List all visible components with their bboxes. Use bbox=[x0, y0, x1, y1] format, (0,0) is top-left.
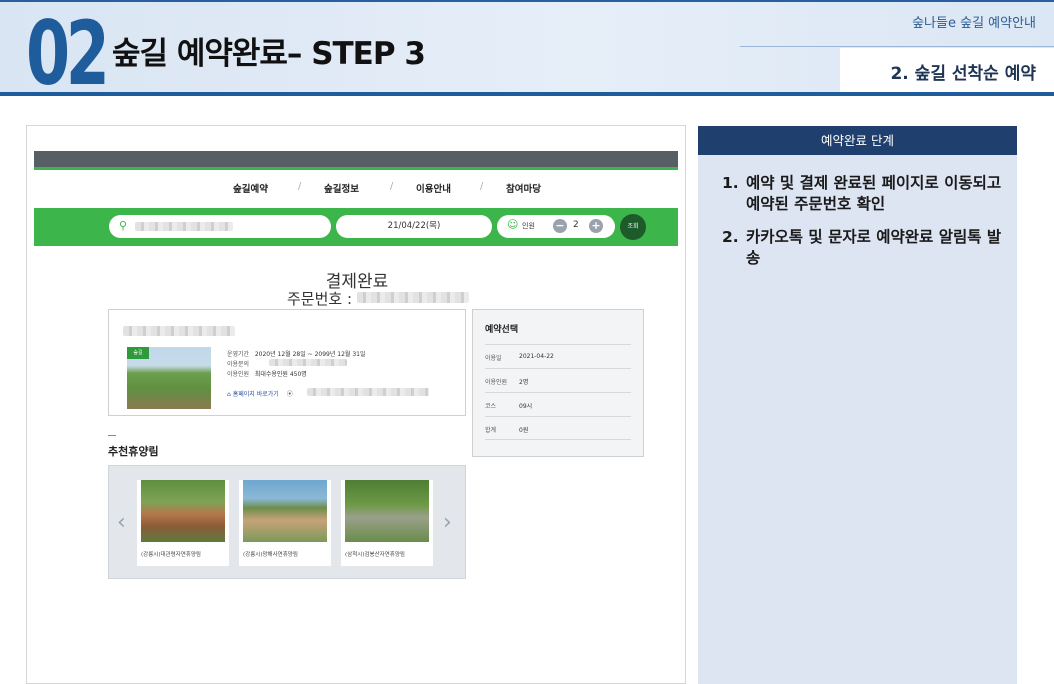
search-button[interactable]: 조회 bbox=[620, 214, 646, 240]
step-text: 예약 및 결제 완료된 페이지로 이동되고 예약된 주문번호 확인 bbox=[746, 174, 1002, 213]
nav-item-community[interactable]: 참여마당 bbox=[506, 181, 541, 195]
recommend-image bbox=[243, 480, 327, 542]
section-mark bbox=[108, 435, 116, 436]
section-label-box: 2. 숲길 선착순 예약 bbox=[840, 48, 1054, 94]
location-icon: ⚲ bbox=[119, 219, 128, 232]
people-stepper[interactable]: ☺ 인원 − 2 + bbox=[497, 215, 615, 238]
panel-heading: 예약완료 단계 bbox=[698, 126, 1017, 155]
map-pin-icon: ⦿ bbox=[286, 391, 293, 398]
recommend-image bbox=[141, 480, 225, 542]
chevron-right-icon[interactable]: › bbox=[443, 510, 452, 535]
order-number-label: 주문번호 : bbox=[287, 290, 353, 308]
nav-item-reserve[interactable]: 숲길예약 bbox=[233, 181, 268, 195]
redacted-location bbox=[135, 222, 233, 231]
site-top-accent bbox=[34, 167, 678, 170]
guide-label: 숲나들e 숲길 예약안내 bbox=[912, 16, 1036, 31]
step-text: 카카오톡 및 문자로 예약완료 알림톡 발송 bbox=[746, 228, 1002, 267]
redacted-contact bbox=[269, 359, 347, 366]
homepage-link[interactable]: ⌂ 홈페이지 바로가기 ⦿ bbox=[227, 389, 293, 398]
info-row: 이용인원 최대수용인원 450명 bbox=[227, 371, 307, 378]
recommend-carousel: ‹ (강릉시)대관령자연휴양림 (강릉시)망해사연휴양림 (삼척시)검봉산자연휴… bbox=[108, 465, 466, 579]
redacted-order-number bbox=[357, 292, 469, 303]
summary-heading: 예약선택 bbox=[485, 325, 519, 335]
location-input[interactable]: ⚲ bbox=[109, 215, 331, 238]
recommend-card[interactable]: (강릉시)대관령자연휴양림 bbox=[137, 480, 229, 566]
chevron-left-icon[interactable]: ‹ bbox=[117, 510, 126, 535]
recommend-label: (강릉시)대관령자연휴양림 bbox=[141, 552, 201, 558]
plus-button[interactable]: + bbox=[589, 219, 603, 233]
nav-item-guide[interactable]: 이용안내 bbox=[416, 181, 451, 195]
recommend-title: 추천휴양림 bbox=[108, 445, 159, 458]
section-label: 2. 숲길 선착순 예약 bbox=[890, 64, 1036, 84]
summary-row: 이용일 2021-04-22 bbox=[485, 344, 631, 368]
people-count: 2 bbox=[573, 220, 579, 230]
header-divider bbox=[740, 46, 1054, 47]
info-row: 운영기간 2020년 12월 28일 ~ 2099년 12월 31일 bbox=[227, 351, 366, 358]
summary-row: 합계 0원 bbox=[485, 416, 631, 440]
nav-separator: / bbox=[480, 181, 484, 192]
recommend-label: (삼척시)검봉산자연휴양림 bbox=[345, 552, 405, 558]
header-band: 02 숲길 예약완료– STEP 3 숲나들e 숲길 예약안내 2. 숲길 선착… bbox=[0, 0, 1054, 105]
minus-button[interactable]: − bbox=[553, 219, 567, 233]
payment-complete-title: 결제완료 bbox=[325, 272, 389, 292]
recommend-image bbox=[345, 480, 429, 542]
explanation-panel: 예약완료 단계 1. 예약 및 결제 완료된 페이지로 이동되고 예약된 주문번… bbox=[698, 126, 1017, 684]
summary-row: 코스 09시 bbox=[485, 392, 631, 416]
recommend-card[interactable]: (강릉시)망해사연휴양림 bbox=[239, 480, 331, 566]
date-input[interactable]: 21/04/22(목) bbox=[336, 215, 492, 238]
search-bar: ⚲ 21/04/22(목) ☺ 인원 − 2 + 조회 bbox=[34, 208, 678, 246]
people-icon: ☺ bbox=[507, 218, 519, 231]
product-badge: 숲길 bbox=[127, 347, 149, 359]
product-card: 숲길 운영기간 2020년 12월 28일 ~ 2099년 12월 31일 이용… bbox=[108, 309, 466, 416]
site-nav: 숲길예약 / 숲길정보 / 이용안내 / 참여마당 bbox=[34, 181, 678, 197]
redacted-product-name bbox=[123, 326, 235, 336]
redacted-address bbox=[307, 388, 429, 396]
summary-row: 이용인원 2명 bbox=[485, 368, 631, 392]
step-number: 2. bbox=[722, 228, 739, 246]
step-number: 1. bbox=[722, 174, 739, 192]
home-icon: ⌂ bbox=[227, 391, 231, 398]
site-top-bar bbox=[34, 151, 678, 167]
header-underline bbox=[0, 92, 1054, 96]
step-number: 02 bbox=[26, 2, 110, 105]
page-title: 숲길 예약완료– STEP 3 bbox=[112, 36, 426, 72]
nav-separator: / bbox=[298, 181, 302, 192]
step-item: 2. 카카오톡 및 문자로 예약완료 알림톡 발송 bbox=[722, 227, 1002, 269]
nav-item-info[interactable]: 숲길정보 bbox=[324, 181, 359, 195]
site-screenshot: 숲길예약 / 숲길정보 / 이용안내 / 참여마당 ⚲ 21/04/22(목) … bbox=[26, 125, 686, 684]
reservation-summary: 예약선택 이용일 2021-04-22 이용인원 2명 코스 09시 합계 0원 bbox=[472, 309, 644, 457]
recommend-card[interactable]: (삼척시)검봉산자연휴양림 bbox=[341, 480, 433, 566]
product-thumbnail: 숲길 bbox=[127, 347, 211, 409]
recommend-label: (강릉시)망해사연휴양림 bbox=[243, 552, 298, 558]
people-label: 인원 bbox=[522, 222, 535, 230]
slide: 02 숲길 예약완료– STEP 3 숲나들e 숲길 예약안내 2. 숲길 선착… bbox=[0, 0, 1054, 684]
step-item: 1. 예약 및 결제 완료된 페이지로 이동되고 예약된 주문번호 확인 bbox=[722, 173, 1002, 215]
info-row: 이용문의 bbox=[227, 361, 250, 368]
nav-separator: / bbox=[390, 181, 394, 192]
